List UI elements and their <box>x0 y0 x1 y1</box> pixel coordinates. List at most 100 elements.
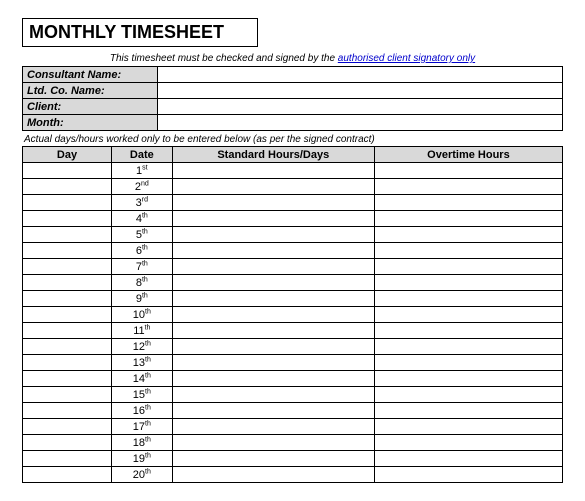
date-number: 14 <box>133 373 145 385</box>
overtime-hours-cell[interactable] <box>374 163 562 179</box>
overtime-hours-cell[interactable] <box>374 307 562 323</box>
standard-hours-cell[interactable] <box>172 451 374 467</box>
date-ordinal: rd <box>142 196 148 203</box>
overtime-hours-cell[interactable] <box>374 195 562 211</box>
day-cell[interactable] <box>23 211 112 227</box>
table-row: 5th <box>23 227 563 243</box>
standard-hours-cell[interactable] <box>172 387 374 403</box>
day-cell[interactable] <box>23 451 112 467</box>
standard-hours-cell[interactable] <box>172 371 374 387</box>
overtime-hours-cell[interactable] <box>374 179 562 195</box>
info-row-ltd-co: Ltd. Co. Name: <box>23 83 563 99</box>
table-row: 17th <box>23 419 563 435</box>
date-number: 18 <box>133 437 145 449</box>
month-value[interactable] <box>158 115 563 131</box>
table-row: 18th <box>23 435 563 451</box>
notice-text: This timesheet must be checked and signe… <box>110 53 338 64</box>
overtime-hours-cell[interactable] <box>374 291 562 307</box>
day-cell[interactable] <box>23 355 112 371</box>
overtime-hours-cell[interactable] <box>374 275 562 291</box>
standard-hours-cell[interactable] <box>172 259 374 275</box>
day-cell[interactable] <box>23 227 112 243</box>
overtime-hours-cell[interactable] <box>374 435 562 451</box>
ltd-co-name-value[interactable] <box>158 83 563 99</box>
table-row: 19th <box>23 451 563 467</box>
date-ordinal: st <box>142 164 147 171</box>
client-label: Client: <box>23 99 158 115</box>
day-cell[interactable] <box>23 387 112 403</box>
overtime-hours-cell[interactable] <box>374 211 562 227</box>
standard-hours-cell[interactable] <box>172 243 374 259</box>
standard-hours-cell[interactable] <box>172 275 374 291</box>
date-ordinal: th <box>145 340 151 347</box>
consultant-name-label: Consultant Name: <box>23 67 158 83</box>
date-ordinal: th <box>145 356 151 363</box>
standard-hours-cell[interactable] <box>172 163 374 179</box>
client-value[interactable] <box>158 99 563 115</box>
overtime-hours-cell[interactable] <box>374 339 562 355</box>
instruction-text: Actual days/hours worked only to be ente… <box>22 133 563 146</box>
signature-notice: This timesheet must be checked and signe… <box>22 53 563 64</box>
date-cell: 2nd <box>111 179 172 195</box>
day-cell[interactable] <box>23 275 112 291</box>
overtime-hours-cell[interactable] <box>374 419 562 435</box>
ltd-co-name-label: Ltd. Co. Name: <box>23 83 158 99</box>
table-row: 13th <box>23 355 563 371</box>
col-header-date: Date <box>111 147 172 163</box>
standard-hours-cell[interactable] <box>172 211 374 227</box>
standard-hours-cell[interactable] <box>172 355 374 371</box>
overtime-hours-cell[interactable] <box>374 323 562 339</box>
date-number: 15 <box>133 389 145 401</box>
date-cell: 6th <box>111 243 172 259</box>
day-cell[interactable] <box>23 179 112 195</box>
col-header-standard: Standard Hours/Days <box>172 147 374 163</box>
date-cell: 19th <box>111 451 172 467</box>
day-cell[interactable] <box>23 371 112 387</box>
date-cell: 14th <box>111 371 172 387</box>
day-cell[interactable] <box>23 323 112 339</box>
day-cell[interactable] <box>23 195 112 211</box>
date-cell: 10th <box>111 307 172 323</box>
date-cell: 17th <box>111 419 172 435</box>
standard-hours-cell[interactable] <box>172 307 374 323</box>
standard-hours-cell[interactable] <box>172 195 374 211</box>
overtime-hours-cell[interactable] <box>374 403 562 419</box>
day-cell[interactable] <box>23 419 112 435</box>
date-cell: 20th <box>111 467 172 483</box>
date-number: 12 <box>133 341 145 353</box>
standard-hours-cell[interactable] <box>172 403 374 419</box>
timesheet-table: Day Date Standard Hours/Days Overtime Ho… <box>22 146 563 483</box>
standard-hours-cell[interactable] <box>172 435 374 451</box>
standard-hours-cell[interactable] <box>172 419 374 435</box>
standard-hours-cell[interactable] <box>172 227 374 243</box>
overtime-hours-cell[interactable] <box>374 259 562 275</box>
consultant-name-value[interactable] <box>158 67 563 83</box>
date-number: 11 <box>133 325 144 337</box>
table-row: 11th <box>23 323 563 339</box>
day-cell[interactable] <box>23 467 112 483</box>
overtime-hours-cell[interactable] <box>374 467 562 483</box>
standard-hours-cell[interactable] <box>172 291 374 307</box>
overtime-hours-cell[interactable] <box>374 355 562 371</box>
date-cell: 15th <box>111 387 172 403</box>
table-row: 12th <box>23 339 563 355</box>
day-cell[interactable] <box>23 403 112 419</box>
standard-hours-cell[interactable] <box>172 467 374 483</box>
overtime-hours-cell[interactable] <box>374 243 562 259</box>
overtime-hours-cell[interactable] <box>374 387 562 403</box>
day-cell[interactable] <box>23 243 112 259</box>
day-cell[interactable] <box>23 339 112 355</box>
day-cell[interactable] <box>23 163 112 179</box>
standard-hours-cell[interactable] <box>172 179 374 195</box>
overtime-hours-cell[interactable] <box>374 227 562 243</box>
overtime-hours-cell[interactable] <box>374 451 562 467</box>
day-cell[interactable] <box>23 291 112 307</box>
standard-hours-cell[interactable] <box>172 339 374 355</box>
overtime-hours-cell[interactable] <box>374 371 562 387</box>
table-row: 15th <box>23 387 563 403</box>
day-cell[interactable] <box>23 259 112 275</box>
standard-hours-cell[interactable] <box>172 323 374 339</box>
timesheet-header-row: Day Date Standard Hours/Days Overtime Ho… <box>23 147 563 163</box>
day-cell[interactable] <box>23 307 112 323</box>
day-cell[interactable] <box>23 435 112 451</box>
